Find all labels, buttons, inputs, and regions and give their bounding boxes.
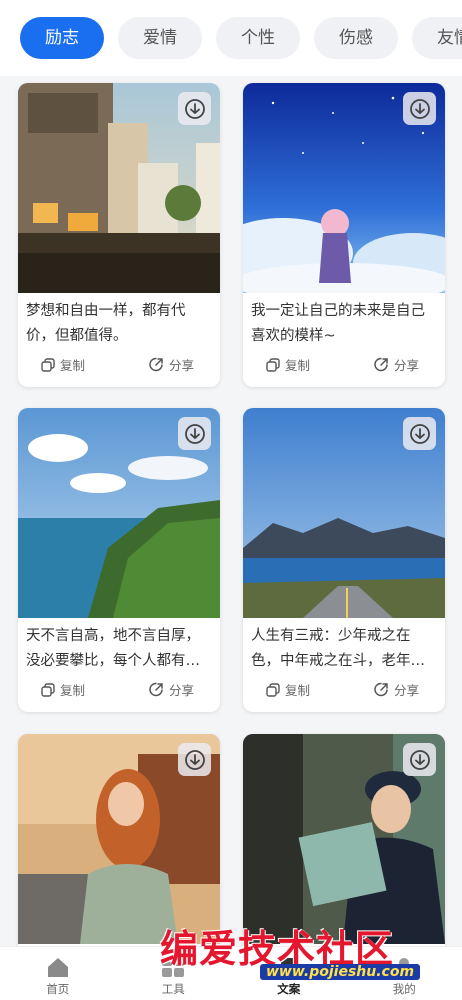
- nav-label-tools: 工具: [161, 982, 185, 996]
- card-image-red-hair-girl: [18, 734, 220, 944]
- user-icon: [391, 955, 417, 981]
- card-image-woman-reading: [243, 734, 445, 944]
- home-icon: [45, 955, 71, 981]
- copy-button[interactable]: 复制: [265, 680, 310, 699]
- nav-label-home: 首页: [46, 982, 70, 996]
- copy-icon: [266, 357, 280, 372]
- share-icon: [149, 682, 163, 697]
- share-label: 分享: [394, 358, 420, 373]
- card-actions: 复制 分享: [243, 680, 445, 704]
- share-label: 分享: [169, 683, 195, 698]
- share-button[interactable]: 分享: [148, 355, 194, 374]
- copy-label: 复制: [285, 683, 311, 698]
- download-icon: [184, 98, 205, 119]
- download-icon: [184, 423, 205, 444]
- share-icon: [374, 357, 388, 372]
- quote-text: 人生有三戒：少年戒之在色，中年戒之在斗，老年戒之在得。: [251, 628, 425, 669]
- card-image-old-town: [18, 83, 220, 293]
- tab-gexing[interactable]: 个性: [216, 17, 300, 59]
- copy-icon: [41, 357, 55, 372]
- grid-icon: [160, 955, 186, 981]
- share-button[interactable]: 分享: [373, 355, 419, 374]
- download-button[interactable]: [178, 92, 211, 125]
- card-actions: 复制 分享: [18, 680, 220, 704]
- share-label: 分享: [394, 683, 420, 698]
- copy-button[interactable]: 复制: [40, 355, 85, 374]
- download-icon: [409, 749, 430, 770]
- nav-home[interactable]: 首页: [0, 947, 116, 1000]
- download-icon: [184, 749, 205, 770]
- quote-card[interactable]: [243, 734, 445, 946]
- quote-grid: 梦想和自由一样，都有代价，但都值得。 复制 分享 我一定让自己的未来是自己喜欢的…: [0, 76, 462, 946]
- text-icon: [276, 955, 302, 981]
- tab-youqing[interactable]: 友情: [412, 17, 462, 59]
- nav-text[interactable]: 文案: [231, 947, 347, 1000]
- bottom-nav: 首页 工具 文案 我的: [0, 946, 462, 1000]
- download-icon: [409, 98, 430, 119]
- category-tabs: 励志 爱情 个性 伤感 友情: [0, 0, 462, 76]
- tab-lizhi[interactable]: 励志: [20, 17, 104, 59]
- download-button[interactable]: [178, 743, 211, 776]
- card-image-mountain-lake: [243, 408, 445, 618]
- quote-card[interactable]: 梦想和自由一样，都有代价，但都值得。 复制 分享: [18, 83, 220, 387]
- card-image-anime-sky: [243, 83, 445, 293]
- quote-card[interactable]: [18, 734, 220, 946]
- card-actions: 复制 分享: [243, 355, 445, 379]
- copy-button[interactable]: 复制: [40, 680, 85, 699]
- card-image-sea-cliff: [18, 408, 220, 618]
- share-label: 分享: [169, 358, 195, 373]
- copy-label: 复制: [60, 683, 86, 698]
- download-button[interactable]: [178, 417, 211, 450]
- download-button[interactable]: [403, 92, 436, 125]
- quote-text: 天不言自高，地不言自厚，没必要攀比，每个人都有自己的精彩。: [26, 628, 200, 669]
- copy-button[interactable]: 复制: [265, 355, 310, 374]
- nav-label-mine: 我的: [392, 982, 416, 996]
- share-button[interactable]: 分享: [373, 680, 419, 699]
- copy-icon: [266, 682, 280, 697]
- share-icon: [149, 357, 163, 372]
- quote-card[interactable]: 人生有三戒：少年戒之在色，中年戒之在斗，老年戒之在得。 复制 分享: [243, 408, 445, 712]
- nav-tools[interactable]: 工具: [116, 947, 232, 1000]
- download-button[interactable]: [403, 743, 436, 776]
- card-actions: 复制 分享: [18, 355, 220, 379]
- download-icon: [409, 423, 430, 444]
- tab-aiqing[interactable]: 爱情: [118, 17, 202, 59]
- nav-mine[interactable]: 我的: [347, 947, 462, 1000]
- nav-label-text: 文案: [277, 982, 301, 996]
- quote-text: 我一定让自己的未来是自己喜欢的模样~: [251, 303, 425, 344]
- share-button[interactable]: 分享: [148, 680, 194, 699]
- quote-card[interactable]: 天不言自高，地不言自厚，没必要攀比，每个人都有自己的精彩。 复制 分享: [18, 408, 220, 712]
- share-icon: [374, 682, 388, 697]
- download-button[interactable]: [403, 417, 436, 450]
- copy-label: 复制: [60, 358, 86, 373]
- tab-shanggan[interactable]: 伤感: [314, 17, 398, 59]
- quote-text: 梦想和自由一样，都有代价，但都值得。: [26, 303, 186, 344]
- quote-card[interactable]: 我一定让自己的未来是自己喜欢的模样~ 复制 分享: [243, 83, 445, 387]
- copy-label: 复制: [285, 358, 311, 373]
- copy-icon: [41, 682, 55, 697]
